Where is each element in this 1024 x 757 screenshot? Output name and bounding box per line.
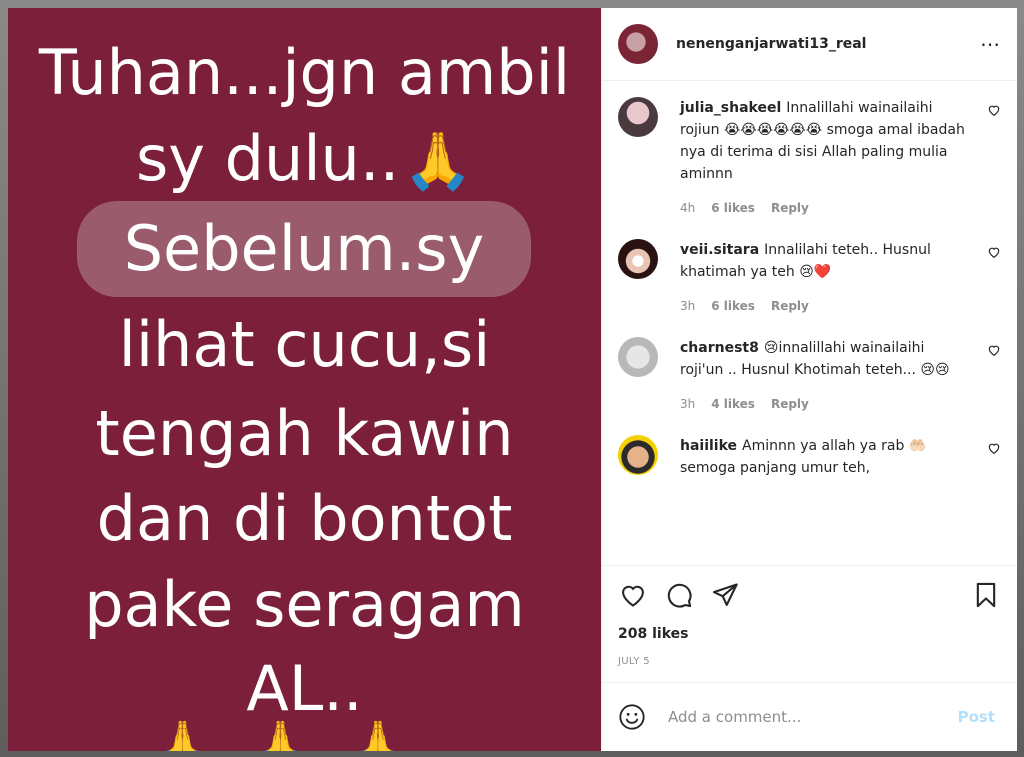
comment-username[interactable]: charnest8: [680, 340, 759, 356]
like-heart-icon[interactable]: [618, 580, 648, 610]
comment-likes[interactable]: 4 likes: [711, 393, 755, 415]
image-text-line-6: dan di bontot: [96, 482, 513, 555]
reply-button[interactable]: Reply: [771, 197, 809, 219]
comment-username[interactable]: julia_shakeel: [680, 100, 781, 116]
commenter-avatar[interactable]: [618, 435, 658, 475]
comment-item: julia_shakeel Innalillahi wainailaihi roj…: [618, 97, 1001, 219]
reply-button[interactable]: Reply: [771, 295, 809, 317]
bottom-emoji-row: 🙏🙏🙏: [157, 719, 452, 751]
post-sidebar: nenenganjarwati13_real ⋯ julia_shakeel In…: [601, 8, 1017, 751]
reply-button[interactable]: Reply: [771, 393, 809, 415]
like-comment-heart-icon[interactable]: [971, 337, 1001, 415]
image-text-line-5: tengah kawin: [95, 397, 514, 470]
image-text-line-2-text: sy dulu..: [135, 122, 400, 195]
comment-username[interactable]: veii.sitara: [680, 242, 759, 258]
image-text-line-8: AL..: [246, 652, 363, 725]
share-send-icon[interactable]: [710, 580, 740, 610]
post-modal: Tuhan...jgn ambil sy dulu..🙏 Sebelum.sy …: [8, 8, 1017, 751]
save-bookmark-icon[interactable]: [971, 580, 1001, 610]
like-comment-heart-icon[interactable]: [971, 239, 1001, 317]
comment-bubble-icon[interactable]: [664, 580, 694, 610]
post-image: Tuhan...jgn ambil sy dulu..🙏 Sebelum.sy …: [8, 8, 601, 751]
post-header: nenenganjarwati13_real ⋯: [602, 8, 1017, 81]
image-text-line-7: pake seragam: [84, 568, 525, 641]
more-options-icon[interactable]: ⋯: [980, 32, 1001, 56]
owner-avatar[interactable]: [618, 24, 658, 64]
comment-item: charnest8 😢innalillahi wainailaihi roji'u…: [618, 337, 1001, 415]
emoji-smiley-icon[interactable]: [618, 703, 646, 731]
comment-item: veii.sitara Innalilahi teteh.. Husnul kha…: [618, 239, 1001, 317]
praying-hands-emoji: 🙏: [403, 129, 474, 194]
image-text-line-4: lihat cucu,si: [118, 308, 491, 381]
owner-username[interactable]: nenenganjarwati13_real: [676, 36, 866, 52]
comment-username[interactable]: haiilike: [680, 438, 737, 454]
comments-list: julia_shakeel Innalillahi wainailaihi roj…: [602, 81, 1017, 565]
commenter-avatar[interactable]: [618, 97, 658, 137]
image-text-line-2: sy dulu..🙏: [8, 124, 601, 194]
comment-time[interactable]: 4h: [680, 197, 695, 219]
comment-time[interactable]: 3h: [680, 295, 695, 317]
comment-composer: Post: [602, 682, 1017, 751]
like-comment-heart-icon[interactable]: [971, 97, 1001, 219]
post-actions: 208 likes JULY 5: [602, 565, 1017, 682]
comment-item: haiilike Aminnn ya allah ya rab 🤲🏻 semoga…: [618, 435, 1001, 479]
comment-likes[interactable]: 6 likes: [711, 295, 755, 317]
image-text-line-1: Tuhan...jgn ambil: [38, 36, 571, 109]
post-date[interactable]: JULY 5: [618, 656, 1001, 667]
commenter-avatar[interactable]: [618, 239, 658, 279]
likes-count[interactable]: 208 likes: [618, 626, 1001, 642]
like-comment-heart-icon[interactable]: [971, 435, 1001, 479]
add-comment-input[interactable]: [666, 707, 952, 727]
post-comment-button[interactable]: Post: [952, 707, 1001, 727]
comment-likes[interactable]: 6 likes: [711, 197, 755, 219]
image-text-line-3: Sebelum.sy: [123, 212, 485, 285]
comment-time[interactable]: 3h: [680, 393, 695, 415]
commenter-avatar[interactable]: [618, 337, 658, 377]
